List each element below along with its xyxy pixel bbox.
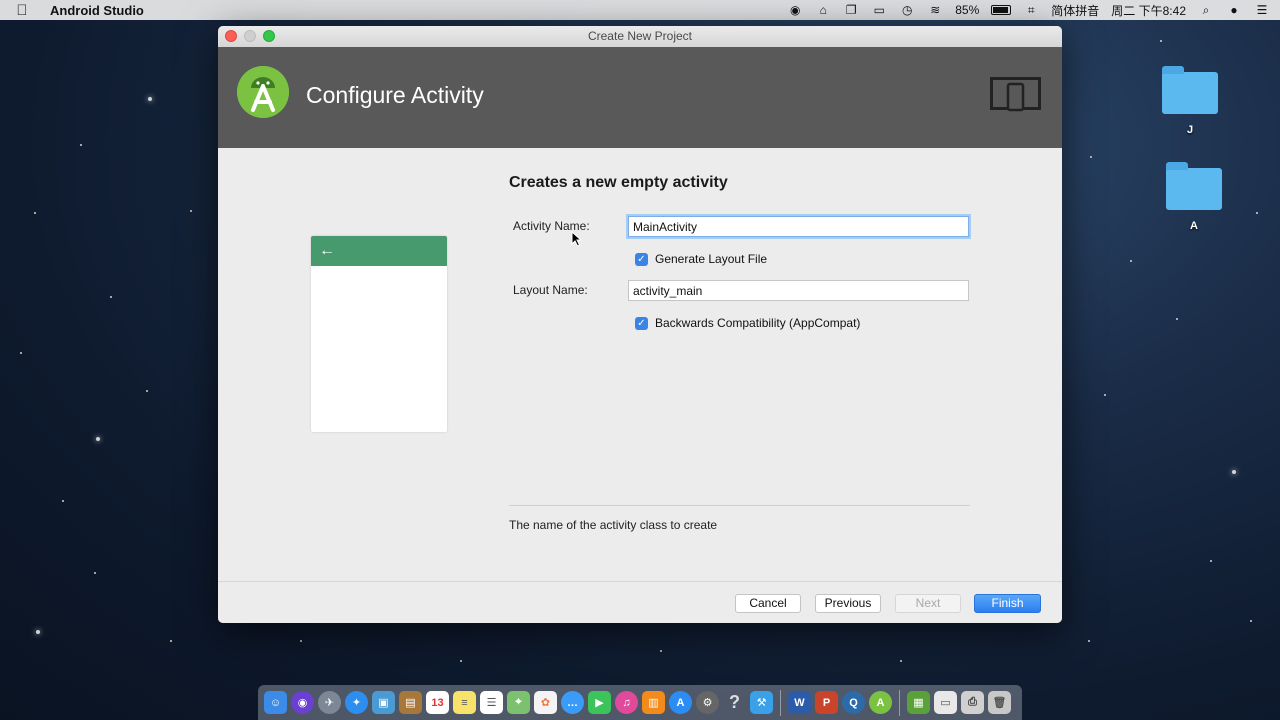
spotlight-search-icon[interactable]: ⌕	[1198, 2, 1214, 18]
notes-icon[interactable]: ▤	[399, 691, 422, 714]
screenshot-icon[interactable]: ▭	[934, 691, 957, 714]
cancel-button[interactable]: Cancel	[735, 594, 801, 613]
menu-bar:  Android Studio ◉ ⌂ ❐ ▭ ◷ ≋ 85% ⌗ 简体拼音 …	[0, 0, 1280, 20]
notification-center-icon[interactable]: ☰	[1254, 2, 1270, 18]
desktop-folder-a[interactable]: A	[1164, 162, 1224, 232]
dock-separator	[899, 689, 900, 716]
launchpad-icon[interactable]: ✈	[318, 691, 341, 714]
previous-button[interactable]: Previous	[815, 594, 881, 613]
safari-icon[interactable]: ✦	[345, 691, 368, 714]
wizard-footer: Cancel Previous Next Finish	[218, 581, 1062, 623]
minimize-window-button[interactable]	[244, 30, 256, 42]
generate-layout-label: Generate Layout File	[655, 252, 768, 266]
photos-icon[interactable]: ✿	[534, 691, 557, 714]
page-title: Configure Activity	[306, 82, 484, 108]
activity-preview: ←	[311, 236, 447, 432]
create-project-window: Create New Project Configure Activity ←	[218, 26, 1062, 623]
desktop-folder-j[interactable]: J	[1160, 66, 1220, 136]
zoom-window-button[interactable]	[263, 30, 275, 42]
window-titlebar[interactable]: Create New Project	[218, 26, 1062, 47]
messages-icon[interactable]: …	[561, 691, 584, 714]
stickies-icon[interactable]: ≡	[453, 691, 476, 714]
status-menu-area: ◉ ⌂ ❐ ▭ ◷ ≋ 85% ⌗ 简体拼音 周二 下午8:42 ⌕ ● ☰	[787, 0, 1280, 20]
siri-icon[interactable]: ◉	[291, 691, 314, 714]
facetime-icon[interactable]: ▶	[588, 691, 611, 714]
help-icon[interactable]: ?	[723, 691, 746, 714]
android-studio-icon[interactable]: A	[869, 691, 892, 714]
maps-icon[interactable]: ⌖	[507, 691, 530, 714]
dock-separator	[780, 689, 781, 716]
user-avatar-icon[interactable]: ●	[1226, 2, 1242, 18]
device-form-factor-icon	[990, 77, 1042, 118]
trash-icon[interactable]: 🗑	[988, 691, 1011, 714]
layout-name-label: Layout Name:	[513, 283, 588, 297]
wizard-content: ← Creates a new empty activity Activity …	[218, 148, 1062, 582]
wizard-header: Configure Activity	[218, 47, 1062, 148]
apple-icon[interactable]: 	[0, 2, 44, 19]
finder-icon[interactable]: ☺	[264, 691, 287, 714]
preview-toolbar: ←	[311, 236, 447, 266]
mouse-cursor-icon	[571, 230, 583, 252]
checkbox-checked-icon[interactable]: ✓	[635, 316, 648, 330]
wifi-icon[interactable]: ≋	[927, 2, 943, 18]
folder-label: J	[1186, 124, 1194, 136]
layout-name-input[interactable]	[628, 280, 969, 301]
input-method-icon[interactable]: ⌗	[1023, 2, 1039, 18]
finish-button[interactable]: Finish	[974, 594, 1041, 613]
system-preferences-icon[interactable]: ⚙	[696, 691, 719, 714]
ibooks-icon[interactable]: ▥	[642, 691, 665, 714]
checkbox-checked-icon[interactable]: ✓	[635, 252, 648, 266]
reminders-icon[interactable]: ☰	[480, 691, 503, 714]
divider	[509, 505, 970, 506]
folder-label: A	[1190, 220, 1198, 232]
clipboard-icon[interactable]: ▦	[907, 691, 930, 714]
backwards-compat-checkbox[interactable]: ✓ Backwards Compatibility (AppCompat)	[635, 316, 860, 330]
active-app-name[interactable]: Android Studio	[50, 3, 144, 18]
battery-icon[interactable]	[991, 5, 1012, 15]
powerpoint-icon[interactable]: P	[815, 691, 838, 714]
back-arrow-icon: ←	[319, 242, 335, 259]
calendar-icon[interactable]: 13	[426, 691, 449, 714]
time-machine-icon[interactable]: ◷	[899, 2, 915, 18]
activity-name-input[interactable]	[628, 216, 969, 237]
next-button[interactable]: Next	[895, 594, 961, 613]
android-studio-logo	[237, 66, 289, 118]
itunes-icon[interactable]: ♫	[615, 691, 638, 714]
airplay-icon[interactable]: ▭	[871, 2, 887, 18]
field-description: The name of the activity class to create	[509, 518, 718, 532]
appstore-icon[interactable]: A	[669, 691, 692, 714]
dock: ☺ ◉ ✈ ✦ ▣ ▤ 13 ≡ ☰ ⌖ ✿ … ▶ ♫ ▥ A ⚙ ? ⚒ W…	[258, 685, 1022, 720]
backwards-compat-label: Backwards Compatibility (AppCompat)	[655, 316, 861, 330]
form-title: Creates a new empty activity	[509, 174, 728, 191]
folder-icon	[1166, 162, 1222, 210]
bank-icon[interactable]: ⌂	[815, 2, 831, 18]
folder-icon	[1162, 66, 1218, 114]
windows-icon[interactable]: ❐	[843, 2, 859, 18]
record-icon[interactable]: ◉	[787, 2, 803, 18]
generate-layout-checkbox[interactable]: ✓ Generate Layout File	[635, 252, 767, 266]
preview-icon[interactable]: ▣	[372, 691, 395, 714]
window-title: Create New Project	[587, 29, 693, 43]
xcode-icon[interactable]: ⚒	[750, 691, 773, 714]
close-window-button[interactable]	[225, 30, 237, 42]
printer-icon[interactable]: ⎙	[961, 691, 984, 714]
quicktime-icon[interactable]: Q	[842, 691, 865, 714]
clock[interactable]: 周二 下午8:42	[1111, 2, 1186, 19]
word-icon[interactable]: W	[788, 691, 811, 714]
battery-percent[interactable]: 85%	[955, 3, 979, 17]
input-method-label[interactable]: 简体拼音	[1051, 2, 1099, 19]
